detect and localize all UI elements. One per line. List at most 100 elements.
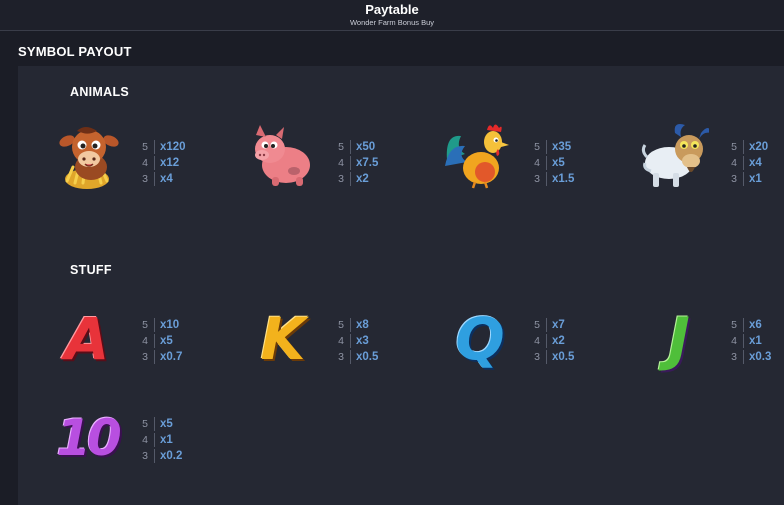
- payout-row: 4 x1: [727, 333, 784, 349]
- payout-multiplier: x120: [160, 141, 186, 153]
- payout-count: 4: [731, 157, 737, 169]
- cow-payout-list: 5 x120 4 x12 3 x4: [138, 139, 208, 187]
- payout-multiplier: x2: [552, 335, 565, 347]
- header-bar: Paytable Wonder Farm Bonus Buy: [0, 0, 784, 31]
- payout-row: 5 x6: [727, 317, 784, 333]
- payout-separator: [154, 333, 155, 348]
- payout-count: 5: [142, 141, 148, 153]
- symbol-glyph: K: [260, 305, 306, 373]
- payout-row: 4 x5: [530, 155, 600, 171]
- payout-separator: [154, 448, 155, 463]
- payout-row: 3 x0.3: [727, 349, 784, 365]
- payout-separator: [546, 317, 547, 332]
- payout-count: 3: [534, 173, 540, 185]
- payout-row: 3 x0.2: [138, 448, 208, 464]
- symbol-glyph: J: [668, 305, 690, 373]
- rooster-icon: [441, 120, 511, 190]
- payout-row: 4 x4: [727, 155, 784, 171]
- payout-separator: [743, 349, 744, 364]
- payout-count: 4: [142, 335, 148, 347]
- payout-multiplier: x1.5: [552, 173, 575, 185]
- payout-count: 4: [534, 335, 540, 347]
- pig-icon: [246, 121, 316, 191]
- payout-multiplier: x0.5: [356, 351, 379, 363]
- payout-row: 3 x0.7: [138, 349, 208, 365]
- payout-separator: [350, 349, 351, 364]
- symbol-glyph: 10: [56, 409, 122, 467]
- payout-multiplier: x35: [552, 141, 572, 153]
- payout-count: 3: [731, 351, 737, 363]
- payout-count: 4: [534, 157, 540, 169]
- payout-count: 3: [142, 450, 148, 462]
- payout-separator: [546, 349, 547, 364]
- pig-payout-list: 5 x50 4 x7.5 3 x2: [334, 139, 404, 187]
- payout-count: 4: [338, 157, 344, 169]
- page-title: Paytable: [365, 2, 419, 17]
- payout-multiplier: x1: [749, 335, 762, 347]
- payout-row: 4 x7.5: [334, 155, 404, 171]
- payout-separator: [546, 155, 547, 170]
- payout-count: 3: [338, 351, 344, 363]
- payout-count: 3: [731, 173, 737, 185]
- letter-j-icon: J: [644, 304, 714, 374]
- cow-icon: [53, 121, 123, 191]
- letter-k-icon: K: [248, 304, 318, 374]
- section-title: SYMBOL PAYOUT: [18, 44, 132, 59]
- payout-multiplier: x10: [160, 319, 180, 331]
- payout-multiplier: x0.3: [749, 351, 772, 363]
- payout-count: 5: [142, 418, 148, 430]
- payout-separator: [743, 171, 744, 186]
- payout-separator: [350, 171, 351, 186]
- payout-row: 5 x20: [727, 139, 784, 155]
- goat-icon: [639, 121, 709, 191]
- payout-count: 3: [142, 173, 148, 185]
- payout-multiplier: x4: [749, 157, 762, 169]
- group-title-animals: ANIMALS: [70, 85, 130, 99]
- payout-multiplier: x3: [356, 335, 369, 347]
- payout-count: 4: [338, 335, 344, 347]
- payout-count: 3: [534, 351, 540, 363]
- payout-multiplier: x5: [160, 335, 173, 347]
- payout-row: 5 x10: [138, 317, 208, 333]
- payout-multiplier: x7.5: [356, 157, 379, 169]
- payout-multiplier: x12: [160, 157, 180, 169]
- payout-multiplier: x5: [160, 418, 173, 430]
- payout-row: 5 x50: [334, 139, 404, 155]
- payout-separator: [350, 139, 351, 154]
- payout-count: 5: [338, 141, 344, 153]
- payout-multiplier: x1: [749, 173, 762, 185]
- payout-row: 5 x120: [138, 139, 208, 155]
- symbol-glyph: A: [64, 305, 110, 373]
- payout-count: 5: [142, 319, 148, 331]
- page-subtitle: Wonder Farm Bonus Buy: [349, 18, 435, 27]
- payout-count: 4: [142, 434, 148, 446]
- letter-q-payout-list: 5 x7 4 x2 3 x0.5: [530, 317, 600, 365]
- payout-row: 3 x4: [138, 171, 208, 187]
- payout-count: 5: [338, 319, 344, 331]
- payout-row: 4 x12: [138, 155, 208, 171]
- payout-separator: [154, 349, 155, 364]
- payout-separator: [350, 333, 351, 348]
- payout-multiplier: x0.7: [160, 351, 183, 363]
- payout-row: 4 x3: [334, 333, 404, 349]
- payout-count: 5: [534, 141, 540, 153]
- payout-count: 3: [142, 351, 148, 363]
- payout-row: 4 x2: [530, 333, 600, 349]
- payout-multiplier: x1: [160, 434, 173, 446]
- payout-multiplier: x6: [749, 319, 762, 331]
- payout-count: 5: [534, 319, 540, 331]
- payout-multiplier: x8: [356, 319, 369, 331]
- payout-separator: [546, 171, 547, 186]
- payout-multiplier: x0.5: [552, 351, 575, 363]
- letter-a-icon: A: [52, 304, 122, 374]
- payout-multiplier: x0.2: [160, 450, 183, 462]
- payout-separator: [154, 416, 155, 431]
- payout-row: 5 x35: [530, 139, 600, 155]
- payout-separator: [154, 317, 155, 332]
- payout-row: 5 x7: [530, 317, 600, 333]
- payout-separator: [350, 317, 351, 332]
- payout-separator: [546, 139, 547, 154]
- goat-payout-list: 5 x20 4 x4 3 x1: [727, 139, 784, 187]
- payout-row: 3 x0.5: [530, 349, 600, 365]
- letter-j-payout-list: 5 x6 4 x1 3 x0.3: [727, 317, 784, 365]
